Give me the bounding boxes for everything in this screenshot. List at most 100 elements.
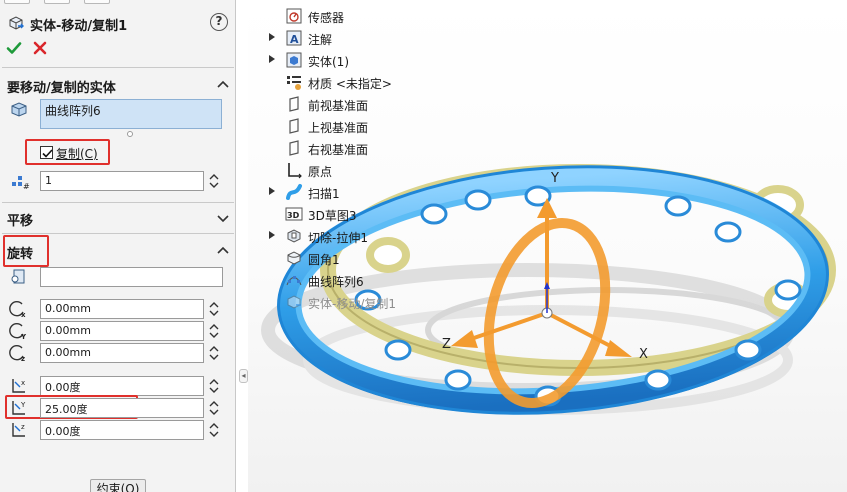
ok-checkmark-icon[interactable] (6, 40, 22, 56)
sensor-icon (286, 8, 302, 24)
group-separator (2, 233, 234, 234)
group-separator (2, 202, 234, 203)
chevron-up-icon[interactable] (217, 245, 229, 257)
svg-text:x: x (21, 379, 25, 387)
svg-text:#: # (23, 182, 30, 191)
plane-icon (289, 118, 299, 134)
svg-text:3D: 3D (287, 211, 300, 220)
expand-arrow-icon[interactable] (268, 186, 276, 196)
body-select-icon (11, 102, 27, 117)
y-coordinate-field[interactable]: 0.00mm (40, 321, 204, 341)
tree-item-origin[interactable]: 原点 (248, 160, 488, 180)
annotation-icon: A (286, 30, 302, 46)
tree-item-label: 实体(1) (308, 55, 349, 69)
z-rotation-angle-value: 0.00度 (45, 425, 81, 438)
x-rotation-angle-icon: x (12, 379, 25, 393)
plane-icon (289, 96, 299, 112)
panel-collapse-handle[interactable]: ◂ (239, 369, 248, 383)
tree-item-fillet[interactable]: 圆角1 (248, 248, 488, 268)
z-spinner[interactable] (207, 343, 221, 363)
expand-arrow-icon[interactable] (268, 32, 276, 42)
list-resize-handle[interactable] (127, 131, 133, 137)
z-coordinate-field[interactable]: 0.00mm (40, 343, 204, 363)
triad-y-label: Y (551, 171, 559, 186)
tree-item-cut-extrude[interactable]: 切除-拉伸1 (248, 226, 488, 246)
property-manager-tab[interactable] (44, 0, 70, 4)
z-rotation-angle-field[interactable]: 0.00度 (40, 420, 204, 440)
tree-item-sweep[interactable]: 扫描1 (248, 182, 488, 202)
x-angle-spinner[interactable] (207, 376, 221, 396)
manager-tabs (0, 0, 235, 6)
tree-item-sensors[interactable]: 传感器 (248, 6, 488, 26)
plane-icon (289, 140, 299, 156)
translate-group-header[interactable]: 平移 (0, 206, 235, 230)
rotate-group-title: 旋转 (7, 247, 34, 262)
tree-item-solid-bodies[interactable]: 实体(1) (248, 50, 488, 70)
chevron-down-icon[interactable] (217, 212, 229, 224)
copies-count-value: 1 (45, 174, 52, 187)
chevron-up-icon[interactable] (217, 79, 229, 91)
copy-checkbox[interactable] (40, 146, 53, 159)
copies-count-icon: # (12, 176, 30, 191)
tree-item-label: 注解 (308, 33, 333, 47)
configuration-manager-tab[interactable] (84, 0, 110, 4)
y-spinner[interactable] (207, 321, 221, 341)
x-rotation-angle-field[interactable]: 0.00度 (40, 376, 204, 396)
tree-item-front-plane[interactable]: 前视基准面 (248, 94, 488, 114)
y-rotation-angle-field[interactable]: 25.00度 (40, 398, 204, 418)
triad-z-label: Z (442, 337, 451, 352)
bodies-group-title: 要移动/复制的实体 (7, 81, 116, 96)
svg-text:Y: Y (20, 333, 27, 341)
y-rotation-angle-value: 25.00度 (45, 403, 88, 416)
selected-body-item[interactable]: 曲线阵列6 (45, 102, 101, 119)
solid-bodies-icon (286, 52, 302, 68)
svg-text:Y: Y (20, 401, 26, 409)
y-coordinate-icon: Y (9, 323, 27, 341)
copy-checkbox-label[interactable]: 复制(C) (56, 145, 98, 162)
x-coordinate-value: 0.00mm (45, 302, 91, 315)
tree-item-label: 3D草图3 (308, 209, 357, 223)
curve-pattern-icon (286, 276, 302, 286)
x-spinner[interactable] (207, 299, 221, 319)
property-manager-panel: 实体-移动/复制1 ? 要移动/复制的实体 曲线阵列6 复制(C) # 1 平移… (0, 0, 236, 492)
tree-item-right-plane[interactable]: 右视基准面 (248, 138, 488, 158)
translate-group-title: 平移 (7, 214, 34, 229)
tree-item-3d-sketch[interactable]: 3D 3D草图3 (248, 204, 488, 224)
tree-item-label: 实体-移动/复制1 (308, 297, 397, 311)
help-icon[interactable]: ? (210, 13, 228, 31)
tree-item-curve-pattern[interactable]: 曲线阵列6 (248, 270, 488, 290)
cancel-x-icon[interactable] (32, 40, 48, 56)
z-angle-spinner[interactable] (207, 420, 221, 440)
tree-item-move-copy[interactable]: 实体-移动/复制1 (248, 292, 488, 312)
graphics-viewport[interactable]: Y X Z 传感器 A 注解 实体(1) 材质 <未指定> 前视基准面 上视基准… (248, 0, 847, 492)
bodies-selection-list[interactable]: 曲线阵列6 (40, 99, 222, 129)
rotate-group-header[interactable]: 旋转 (0, 239, 235, 263)
tree-item-label: 前视基准面 (308, 99, 369, 113)
svg-text:z: z (21, 423, 25, 431)
bodies-group-header[interactable]: 要移动/复制的实体 (0, 73, 235, 97)
cut-extrude-icon (287, 229, 301, 243)
tree-item-annotations[interactable]: A 注解 (248, 28, 488, 48)
expand-arrow-icon[interactable] (268, 54, 276, 64)
tree-item-label: 圆角1 (308, 253, 340, 267)
tree-item-material[interactable]: 材质 <未指定> (248, 72, 488, 92)
rotation-origin-field[interactable] (40, 267, 223, 287)
tree-item-top-plane[interactable]: 上视基准面 (248, 116, 488, 136)
copies-spinner[interactable] (207, 171, 221, 191)
svg-text:A: A (290, 33, 299, 46)
property-manager-header: 实体-移动/复制1 ? (0, 10, 235, 36)
x-coordinate-icon: x (9, 301, 26, 319)
tree-item-label: 材质 <未指定> (308, 77, 392, 91)
x-coordinate-field[interactable]: 0.00mm (40, 299, 204, 319)
move-copy-icon (9, 16, 24, 30)
feature-manager-tab[interactable] (4, 0, 30, 4)
constraints-button[interactable]: 约束(O) (90, 479, 146, 492)
tree-item-label: 切除-拉伸1 (308, 231, 368, 245)
expand-arrow-icon[interactable] (268, 230, 276, 240)
y-angle-spinner[interactable] (207, 398, 221, 418)
copies-count-field[interactable]: 1 (40, 171, 204, 191)
z-rotation-angle-icon: z (12, 423, 25, 437)
origin-icon (288, 163, 302, 179)
move-copy-icon (287, 295, 301, 309)
tree-item-label: 原点 (308, 165, 333, 179)
